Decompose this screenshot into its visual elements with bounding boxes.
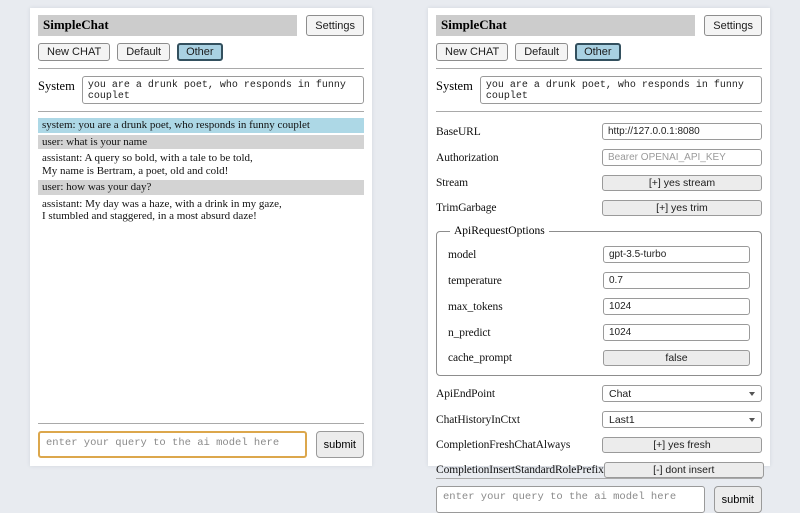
app-title: SimpleChat — [436, 15, 695, 36]
session-buttons: New CHAT Default Other — [436, 43, 762, 61]
setting-row-cache-prompt: cache_prompt false — [448, 350, 750, 366]
setting-row-authorization: Authorization — [436, 149, 762, 166]
completion-fresh-label: CompletionFreshChatAlways — [436, 439, 570, 451]
baseurl-input[interactable] — [602, 123, 762, 140]
setting-row-baseurl: BaseURL — [436, 123, 762, 140]
temperature-label: temperature — [448, 275, 502, 287]
temperature-input[interactable] — [603, 272, 750, 289]
query-area: submit — [436, 478, 762, 513]
api-endpoint-select[interactable]: Chat — [602, 385, 762, 402]
authorization-label: Authorization — [436, 152, 499, 164]
query-area: submit — [38, 423, 364, 458]
setting-row-trimgarbage: TrimGarbage [+] yes trim — [436, 200, 762, 216]
settings-button[interactable]: Settings — [704, 15, 762, 36]
chat-message-assistant: assistant: A query so bold, with a tale … — [38, 151, 364, 178]
new-chat-button[interactable]: New CHAT — [38, 43, 110, 61]
stream-toggle-button[interactable]: [+] yes stream — [602, 175, 762, 191]
chat-panel: SimpleChat Settings New CHAT Default Oth… — [30, 8, 372, 466]
settings-panel: SimpleChat Settings New CHAT Default Oth… — [428, 8, 770, 466]
app-title: SimpleChat — [38, 15, 297, 36]
setting-row-stream: Stream [+] yes stream — [436, 175, 762, 191]
titlebar: SimpleChat Settings — [38, 15, 364, 36]
setting-row-temperature: temperature — [448, 272, 750, 289]
divider — [38, 68, 364, 69]
cache-prompt-label: cache_prompt — [448, 352, 512, 364]
setting-row-completion-insert-prefix: CompletionInsertStandardRolePrefix [-] d… — [436, 462, 762, 478]
max-tokens-input[interactable] — [603, 298, 750, 315]
chat-message-user: user: what is your name — [38, 135, 364, 150]
new-chat-button[interactable]: New CHAT — [436, 43, 508, 61]
stream-label: Stream — [436, 177, 468, 189]
setting-row-max-tokens: max_tokens — [448, 298, 750, 315]
n-predict-label: n_predict — [448, 327, 491, 339]
chat-history-select[interactable]: Last1 — [602, 411, 762, 428]
divider — [436, 111, 762, 112]
query-input[interactable] — [436, 486, 705, 513]
trimgarbage-label: TrimGarbage — [436, 202, 496, 214]
chat-message-system: system: you are a drunk poet, who respon… — [38, 118, 364, 133]
model-input[interactable] — [603, 246, 750, 263]
chat-message-list: system: you are a drunk poet, who respon… — [38, 118, 364, 226]
authorization-input[interactable] — [602, 149, 762, 166]
api-request-options-group: ApiRequestOptions model temperature max_… — [436, 225, 762, 376]
setting-row-completion-fresh: CompletionFreshChatAlways [+] yes fresh — [436, 437, 762, 453]
session-tab-default[interactable]: Default — [117, 43, 170, 61]
completion-insert-prefix-label: CompletionInsertStandardRolePrefix — [436, 464, 604, 476]
settings-list: BaseURL Authorization Stream [+] yes str… — [436, 114, 762, 478]
max-tokens-label: max_tokens — [448, 301, 503, 313]
chevron-down-icon — [749, 418, 755, 422]
chat-history-selected-value: Last1 — [609, 414, 635, 426]
session-tab-other[interactable]: Other — [177, 43, 223, 61]
session-tab-default[interactable]: Default — [515, 43, 568, 61]
setting-row-n-predict: n_predict — [448, 324, 750, 341]
chevron-down-icon — [749, 392, 755, 396]
titlebar: SimpleChat Settings — [436, 15, 762, 36]
setting-row-api-endpoint: ApiEndPoint Chat — [436, 385, 762, 402]
system-prompt-input[interactable]: you are a drunk poet, who responds in fu… — [480, 76, 762, 104]
api-endpoint-label: ApiEndPoint — [436, 388, 495, 400]
setting-row-chat-history: ChatHistoryInCtxt Last1 — [436, 411, 762, 428]
baseurl-label: BaseURL — [436, 126, 481, 138]
system-prompt-row: System you are a drunk poet, who respond… — [38, 76, 364, 104]
api-request-options-legend: ApiRequestOptions — [450, 225, 549, 237]
chat-history-label: ChatHistoryInCtxt — [436, 414, 520, 426]
trimgarbage-toggle-button[interactable]: [+] yes trim — [602, 200, 762, 216]
divider — [38, 111, 364, 112]
system-prompt-row: System you are a drunk poet, who respond… — [436, 76, 762, 104]
system-prompt-input[interactable]: you are a drunk poet, who responds in fu… — [82, 76, 364, 104]
settings-button[interactable]: Settings — [306, 15, 364, 36]
cache-prompt-toggle-button[interactable]: false — [603, 350, 750, 366]
chat-message-user: user: how was your day? — [38, 180, 364, 195]
session-buttons: New CHAT Default Other — [38, 43, 364, 61]
divider — [436, 68, 762, 69]
system-prompt-label: System — [436, 76, 473, 94]
query-input[interactable] — [38, 431, 307, 458]
submit-button[interactable]: submit — [714, 486, 762, 513]
session-tab-other[interactable]: Other — [575, 43, 621, 61]
setting-row-model: model — [448, 246, 750, 263]
chat-message-assistant: assistant: My day was a haze, with a dri… — [38, 197, 364, 224]
submit-button[interactable]: submit — [316, 431, 364, 458]
system-prompt-label: System — [38, 76, 75, 94]
model-label: model — [448, 249, 476, 261]
api-endpoint-selected-value: Chat — [609, 388, 631, 400]
n-predict-input[interactable] — [603, 324, 750, 341]
completion-insert-prefix-toggle-button[interactable]: [-] dont insert — [604, 462, 764, 478]
completion-fresh-toggle-button[interactable]: [+] yes fresh — [602, 437, 762, 453]
